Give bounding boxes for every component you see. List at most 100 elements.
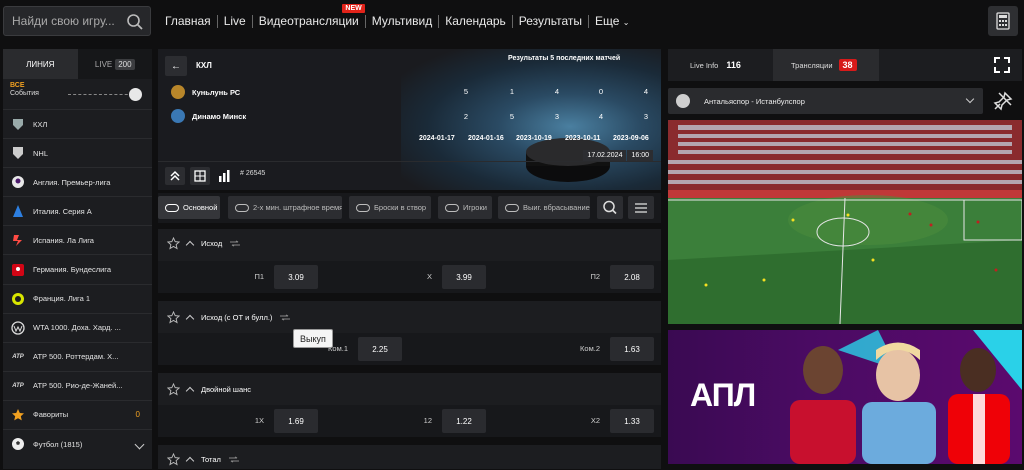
calculator-button[interactable] xyxy=(988,6,1018,36)
sidebar-item-atp-rio[interactable]: ATP ATP 500. Рио-де-Жаней... xyxy=(3,370,152,400)
odds-row: П1 3.09 X 3.99 П2 2.08 xyxy=(158,261,661,293)
odd-button[interactable]: 1.63 xyxy=(610,337,654,361)
market-header[interactable]: Тотал xyxy=(158,448,661,470)
search-input[interactable] xyxy=(4,7,122,35)
tab-label: Трансляции xyxy=(791,60,833,70)
chevron-up-icon[interactable] xyxy=(185,240,195,249)
tab-shots-on-goal[interactable]: Броски в створ xyxy=(349,196,431,219)
score-cell: 5 xyxy=(463,87,469,96)
star-outline-icon[interactable] xyxy=(167,310,180,324)
odd-button[interactable]: 1.22 xyxy=(442,409,486,433)
odd-button[interactable]: 1.33 xyxy=(610,409,654,433)
market-header[interactable]: Исход xyxy=(158,229,661,257)
market-filter-bar: Основной 2-х мин. штрафное время Броски … xyxy=(158,193,661,223)
sidebar-item-favorites[interactable]: Фавориты 0 xyxy=(3,399,152,429)
star-outline-icon[interactable] xyxy=(167,382,180,396)
sidebar-item-label: ATP 500. Роттердам. Х... xyxy=(33,352,119,362)
sidebar-item-premier-league[interactable]: Англия. Премьер-лига xyxy=(3,167,152,196)
score-cell: 3 xyxy=(554,112,560,121)
sidebar-item-laliga[interactable]: Испания. Ла Лига xyxy=(3,225,152,254)
odd-value: 1.33 xyxy=(624,416,640,426)
odd-label: П1 xyxy=(254,272,264,281)
sidebar-item-wta[interactable]: WTA 1000. Доха. Хард. ... xyxy=(3,312,152,342)
odd-value: 3.99 xyxy=(456,272,472,282)
team-away: Динамо Минск xyxy=(171,106,246,126)
sidebar-item-serie-a[interactable]: Италия. Серия A xyxy=(3,196,152,225)
tab-penalty-time[interactable]: 2-х мин. штрафное время xyxy=(228,196,342,219)
tab-live[interactable]: LIVE 200 xyxy=(77,49,152,79)
result-date: 2024-01-17 xyxy=(419,135,455,142)
events-slider-handle[interactable] xyxy=(129,88,142,101)
promo-banner[interactable]: АПЛ xyxy=(668,330,1022,464)
cashout-icon[interactable] xyxy=(279,314,291,321)
link-icon xyxy=(505,203,519,212)
search-icon[interactable] xyxy=(126,13,144,31)
nav-home[interactable]: Главная xyxy=(165,14,211,28)
sidebar-item-ligue1[interactable]: Франция. Лига 1 xyxy=(3,283,152,313)
chevron-up-icon[interactable] xyxy=(185,386,195,395)
nav-results[interactable]: Результаты xyxy=(519,14,582,28)
market-header[interactable]: Исход (с ОТ и булл.) xyxy=(158,303,661,331)
tab-streams[interactable]: Трансляции 38 xyxy=(773,49,879,81)
arrow-left-icon: ← xyxy=(171,60,181,72)
odd-label: П2 xyxy=(590,272,600,281)
tab-line[interactable]: ЛИНИЯ xyxy=(3,49,78,79)
sidebar-item-football[interactable]: Футбол (1815) xyxy=(3,429,152,458)
sidebar-item-khl[interactable]: КХЛ xyxy=(3,109,152,138)
nav-live[interactable]: Live xyxy=(224,14,246,28)
link-icon xyxy=(445,203,459,212)
nav-video[interactable]: Видеотрансляции NEW xyxy=(259,4,365,28)
match-date: 17.02.2024 xyxy=(583,150,627,161)
score-cell: 4 xyxy=(598,112,604,121)
fullscreen-icon[interactable] xyxy=(993,56,1011,74)
odd-value: 1.63 xyxy=(624,344,640,354)
tab-live-info[interactable]: Live Info 116 xyxy=(690,49,741,81)
nav-multiview[interactable]: Мультивид xyxy=(372,14,432,28)
odd-label: 12 xyxy=(423,416,432,425)
live-info-count: 116 xyxy=(726,60,741,70)
nav-calendar[interactable]: Календарь xyxy=(445,14,506,28)
star-outline-icon[interactable] xyxy=(167,236,180,250)
chevron-up-icon[interactable] xyxy=(185,456,195,465)
calculator-icon xyxy=(996,12,1010,30)
team-logo xyxy=(171,85,185,99)
odd-button[interactable]: 2.25 xyxy=(358,337,402,361)
odd-value: 1.22 xyxy=(456,416,472,426)
odd-button[interactable]: 1.69 xyxy=(274,409,318,433)
tab-main[interactable]: Основной xyxy=(158,196,220,219)
search-icon xyxy=(603,200,617,215)
search-box[interactable] xyxy=(3,6,151,36)
star-outline-icon[interactable] xyxy=(167,452,180,466)
team-name: Куньлунь РС xyxy=(192,87,241,97)
sidebar-item-atp-rotterdam[interactable]: ATP ATP 500. Роттердам. Х... xyxy=(3,341,152,371)
chevron-up-icon[interactable] xyxy=(185,314,195,323)
market-header[interactable]: Двойной шанс xyxy=(158,375,661,403)
cashout-tooltip: Выкуп xyxy=(293,329,333,348)
favorites-count: 0 xyxy=(135,410,140,420)
back-button[interactable]: ← xyxy=(165,56,187,76)
odd-button[interactable]: 3.09 xyxy=(274,265,318,289)
tab-label: Игроки xyxy=(463,203,487,212)
sidebar-item-bundesliga[interactable]: Германия. Бундеслига xyxy=(3,254,152,283)
chevron-down-icon[interactable] xyxy=(134,439,145,450)
sidebar-item-label: Англия. Премьер-лига xyxy=(33,177,111,187)
market-menu-button[interactable] xyxy=(628,196,654,219)
chevron-down-icon: ⌄ xyxy=(622,18,630,27)
result-date: 2023-10-19 xyxy=(516,135,552,142)
streams-count-badge: 38 xyxy=(838,59,857,71)
collapse-button[interactable] xyxy=(165,167,185,185)
tab-players[interactable]: Игроки xyxy=(438,196,492,219)
unpin-icon[interactable] xyxy=(990,88,1016,114)
nav-more[interactable]: Еще ⌄ xyxy=(595,14,629,28)
stats-button[interactable] xyxy=(215,167,235,185)
link-icon xyxy=(165,203,179,212)
scoreboard-button[interactable] xyxy=(190,167,210,185)
stream-select[interactable]: Антальяспор - Истанбулспор xyxy=(668,88,983,114)
tab-faceoffs[interactable]: Выиг. вбрасывание xyxy=(498,196,590,219)
sidebar-item-nhl[interactable]: NHL xyxy=(3,138,152,167)
events-slider-track[interactable] xyxy=(68,94,138,95)
odd-button[interactable]: 3.99 xyxy=(442,265,486,289)
market-search-button[interactable] xyxy=(597,196,623,219)
video-stream[interactable] xyxy=(668,120,1022,324)
odd-button[interactable]: 2.08 xyxy=(610,265,654,289)
